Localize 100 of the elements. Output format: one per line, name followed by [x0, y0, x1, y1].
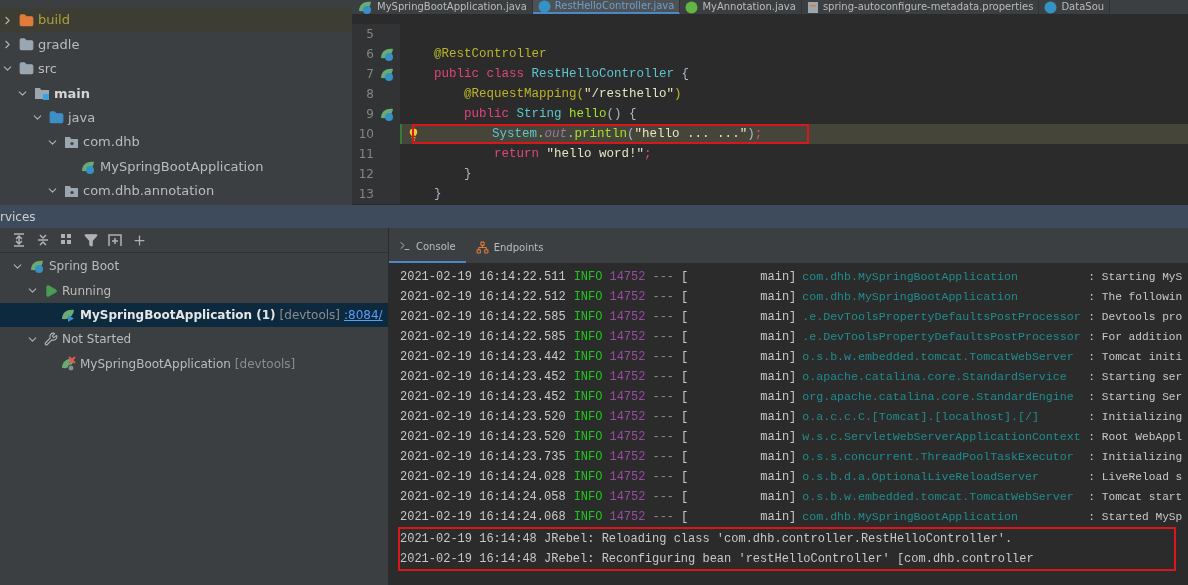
- log-logger: o.s.b.d.a.OptionalLiveReloadServer: [802, 469, 1040, 486]
- log-thread: [ main]: [681, 269, 797, 286]
- log-message: : Starting ser: [1088, 369, 1183, 385]
- bean-gutter-icon: [379, 46, 395, 62]
- log-logger: o.s.s.concurrent.ThreadPoolTaskExecutor: [802, 449, 1075, 466]
- spring-stopped-icon: [60, 355, 76, 372]
- tree-row[interactable]: src: [0, 56, 352, 82]
- log-level: INFO: [573, 389, 603, 406]
- code-token: (: [627, 127, 635, 141]
- log-time: 2021-02-19 16:14:22.585: [400, 329, 566, 346]
- log-logger: .e.DevToolsPropertyDefaultsPostProcessor: [802, 329, 1082, 346]
- log-message: : Root WebAppl: [1088, 429, 1183, 445]
- log-message: : The followin: [1088, 289, 1183, 305]
- log-separator: ---: [652, 389, 675, 406]
- filter-icon[interactable]: [84, 233, 98, 247]
- service-row[interactable]: Spring Boot: [0, 254, 388, 279]
- code-token: "hello word!": [546, 146, 645, 161]
- console-tab[interactable]: Endpoints: [465, 231, 554, 263]
- log-level: INFO: [573, 409, 603, 426]
- service-row[interactable]: Running: [0, 278, 388, 303]
- tree-label: com.dhb: [83, 133, 140, 152]
- log-pid: 14752: [609, 509, 646, 526]
- add-icon[interactable]: [132, 232, 147, 248]
- log-thread: [ main]: [681, 429, 797, 446]
- tree-row[interactable]: build: [0, 8, 352, 33]
- line-number: 8: [365, 86, 374, 103]
- bean-gutter-icon: [379, 66, 395, 82]
- tree-label: src: [38, 60, 57, 79]
- line-number: 12: [357, 166, 374, 183]
- log-logger: w.s.c.ServletWebServerApplicationContext: [802, 429, 1082, 446]
- log-logger: com.dhb.MySpringBootApplication: [802, 509, 1019, 526]
- tree-row[interactable]: com.dhb.annotation: [0, 178, 352, 204]
- properties-file-icon: [806, 0, 819, 14]
- code-token: "hello ... ...": [634, 127, 748, 141]
- service-tag: [devtools]: [279, 305, 341, 324]
- tab-label: MySpringBootApplication.java: [377, 1, 527, 13]
- tree-label: com.dhb.annotation: [83, 182, 215, 201]
- log-logger: o.a.c.c.C.[Tomcat].[localhost].[/]: [802, 409, 1040, 426]
- tab-label: RestHelloController.java: [554, 0, 675, 12]
- package-icon: [64, 135, 79, 150]
- tree-row[interactable]: com.dhb: [0, 129, 352, 155]
- folder-icon: [19, 12, 34, 28]
- code-token: @RequestMapping(: [463, 86, 585, 101]
- line-number: 5: [365, 26, 374, 43]
- code-token: {: [680, 66, 690, 81]
- code-token: .: [537, 127, 545, 141]
- folder-icon: [19, 37, 34, 53]
- code-token: ): [674, 86, 682, 101]
- expand-all-icon[interactable]: [12, 233, 26, 247]
- code-token: String: [516, 106, 563, 121]
- log-thread: [ main]: [681, 469, 797, 486]
- service-label: MySpringBootApplication: [80, 355, 231, 373]
- code-token: @RestController: [434, 46, 547, 61]
- port-link[interactable]: :8084/: [344, 305, 383, 324]
- line-number: 10: [357, 126, 374, 143]
- tree-row[interactable]: main: [0, 81, 352, 106]
- tab-label: DataSou: [1061, 1, 1105, 13]
- code-token: ): [747, 127, 755, 141]
- service-row[interactable]: MySpringBootApplication [devtools]: [0, 351, 388, 376]
- log-separator: ---: [652, 469, 675, 486]
- log-level: INFO: [573, 489, 603, 506]
- log-separator: ---: [652, 409, 675, 426]
- collapse-all-icon[interactable]: [36, 233, 50, 247]
- service-label: MySpringBootApplication (1): [80, 306, 276, 324]
- log-time: 2021-02-19 16:14:24.068: [400, 509, 566, 526]
- log-time: 2021-02-19 16:14:24.058: [400, 489, 566, 506]
- tree-row[interactable]: java: [0, 105, 352, 130]
- log-time: 2021-02-19 16:14:23.442: [400, 349, 566, 366]
- log-logger: o.s.b.w.embedded.tomcat.TomcatWebServer: [802, 349, 1075, 366]
- service-row[interactable]: MySpringBootApplication (1) [devtools] :8084/: [0, 302, 388, 328]
- log-logger: o.apache.catalina.core.StandardService: [802, 369, 1068, 386]
- log-pid: 14752: [609, 329, 646, 346]
- class-icon: [537, 0, 551, 13]
- tree-row[interactable]: gradle: [0, 32, 352, 57]
- code-token: System: [491, 127, 538, 141]
- log-message: : Devtools pro: [1088, 309, 1183, 325]
- log-pid: 14752: [609, 389, 646, 406]
- tree-row[interactable]: MySpringBootApplication: [0, 154, 352, 179]
- wrench-icon: [44, 332, 58, 347]
- group-icon[interactable]: [60, 233, 74, 247]
- service-row[interactable]: Not Started: [0, 327, 388, 352]
- tab-label: spring-autoconfigure-metadata.properties: [822, 1, 1034, 13]
- log-level: INFO: [573, 289, 603, 306]
- console-tab[interactable]: Console: [389, 231, 466, 263]
- log-pid: 14752: [609, 449, 646, 466]
- tab-label: MyAnnotation.java: [702, 1, 796, 13]
- log-time: 2021-02-19 16:14:22.512: [400, 289, 566, 306]
- line-number: 13: [357, 186, 374, 203]
- log-time: 2021-02-19 16:14:23.520: [400, 409, 566, 426]
- log-level: INFO: [573, 309, 603, 326]
- service-label: Not Started: [62, 331, 132, 349]
- log-separator: ---: [652, 349, 675, 366]
- log-message: : Tomcat initi: [1088, 349, 1183, 365]
- log-separator: ---: [652, 369, 675, 386]
- log-thread: [ main]: [681, 449, 797, 466]
- log-pid: 14752: [609, 369, 646, 386]
- editor-tab[interactable]: RestHelloController.java: [532, 0, 681, 14]
- bean-gutter-icon: [379, 106, 395, 122]
- new-tab-icon[interactable]: [108, 233, 122, 247]
- log-message: : Initializing: [1088, 449, 1183, 465]
